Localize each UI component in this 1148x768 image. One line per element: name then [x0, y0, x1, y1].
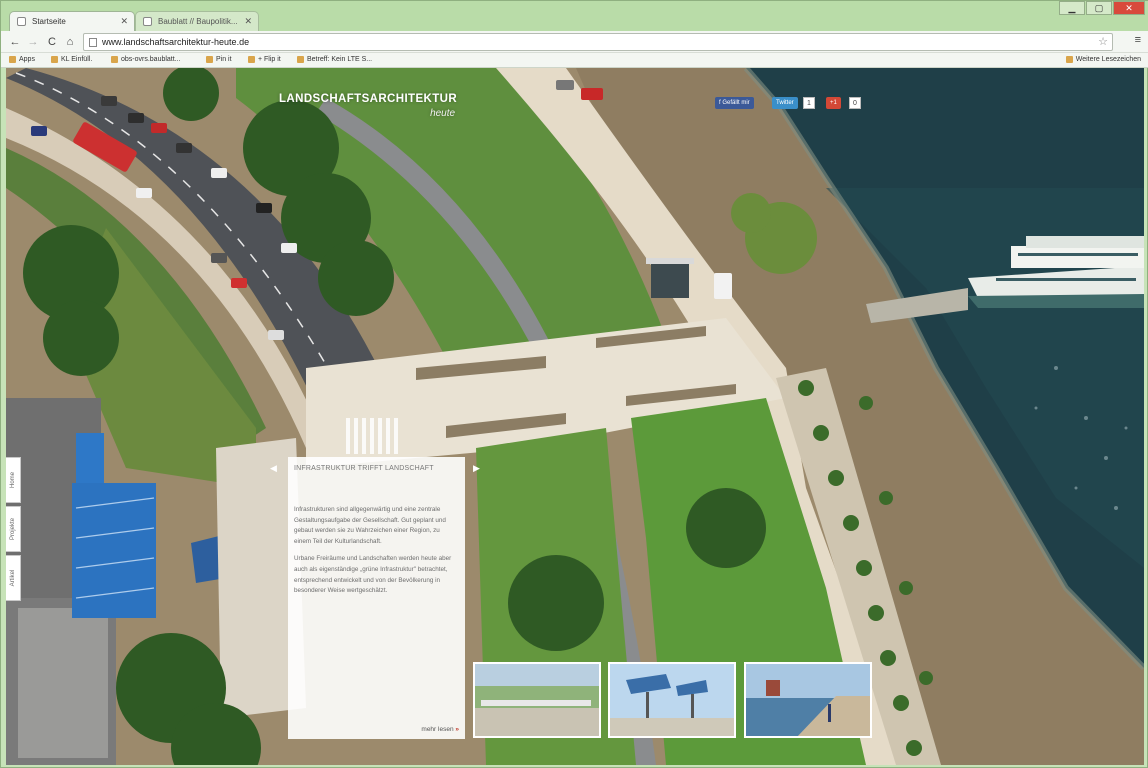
tab-startseite[interactable]: Startseite ✕	[9, 11, 135, 31]
next-arrow-icon[interactable]: ▶	[473, 463, 480, 474]
gplus-count: 0	[849, 97, 861, 109]
menu-icon[interactable]: ≡	[1135, 34, 1141, 46]
twitter-count: 1	[803, 97, 815, 109]
page-icon	[89, 38, 97, 47]
folder-icon	[1065, 56, 1073, 63]
thumbnail-2[interactable]	[608, 662, 736, 738]
tab-title: Startseite	[32, 17, 66, 26]
facebook-like-button[interactable]: f Gefällt mir	[715, 97, 754, 109]
bookmark-other[interactable]: Weitere Lesezeichen	[1065, 56, 1141, 63]
thumbnail-1[interactable]	[473, 662, 601, 738]
read-more-link[interactable]: mehr lesen »	[421, 726, 459, 733]
article-title: INFRASTRUKTUR TRIFFT LANDSCHAFT	[294, 465, 434, 472]
minimize-button[interactable]: ▁	[1059, 1, 1085, 15]
page-viewport: LANDSCHAFTSARCHITEKTUR heute f Gefällt m…	[6, 68, 1144, 765]
bookmark-apps[interactable]: Apps	[9, 56, 35, 63]
close-window-button[interactable]: ✕	[1113, 1, 1145, 15]
bookmark-item[interactable]: Pin it	[206, 56, 232, 63]
browser-window: Startseite ✕ Baublatt // Baupolitik... ✕…	[0, 0, 1148, 768]
gplus-button[interactable]: +1	[826, 97, 841, 109]
folder-icon	[51, 56, 58, 63]
page-icon	[17, 17, 26, 26]
maximize-button[interactable]: ▢	[1086, 1, 1112, 15]
thumbnail-3[interactable]	[744, 662, 872, 738]
bookmark-star-icon[interactable]: ☆	[1098, 35, 1108, 48]
side-tab-home[interactable]: Home	[6, 457, 21, 503]
address-bar[interactable]: www.landschaftsarchitektur-heute.de ☆	[83, 33, 1113, 51]
side-navigation: Home Projekte Artikel	[6, 457, 21, 604]
bookmark-item[interactable]: + Flip it	[248, 56, 281, 63]
folder-icon	[111, 56, 118, 63]
close-tab-icon[interactable]: ✕	[244, 16, 252, 27]
browser-toolbar: ← → C ⌂ www.landschaftsarchitektur-heute…	[1, 31, 1148, 53]
tab-baublatt[interactable]: Baublatt // Baupolitik... ✕	[135, 11, 259, 31]
folder-icon	[206, 56, 213, 63]
window-controls: ▁ ▢ ✕	[1058, 1, 1145, 15]
apps-icon	[9, 56, 16, 63]
aerial-photo	[6, 68, 1144, 765]
article-paragraph: Infrastrukturen sind allgegenwärtig und …	[294, 506, 446, 545]
page-icon	[143, 17, 152, 26]
reload-icon[interactable]: C	[44, 34, 60, 50]
article-paragraph: Urbane Freiräume und Landschaften werden…	[294, 555, 452, 595]
site-logo[interactable]: LANDSCHAFTSARCHITEKTUR heute	[279, 93, 458, 119]
folder-icon	[297, 56, 304, 63]
logo-subtitle: heute	[430, 108, 456, 119]
tab-title: Baublatt // Baupolitik...	[158, 17, 238, 26]
folder-icon	[248, 56, 255, 63]
prev-arrow-icon[interactable]: ◀	[270, 463, 277, 474]
read-more-arrow-icon: »	[455, 726, 459, 733]
logo-title: LANDSCHAFTSARCHITEKTUR	[279, 93, 458, 105]
bookmark-item[interactable]: Betreff: Kein LTE S...	[297, 56, 372, 63]
tab-strip: Startseite ✕ Baublatt // Baupolitik... ✕…	[1, 1, 1148, 31]
bookmark-item[interactable]: KL Einfüll.	[51, 56, 92, 63]
home-icon[interactable]: ⌂	[62, 34, 78, 50]
forward-icon[interactable]: →	[25, 34, 41, 50]
back-icon[interactable]: ←	[7, 34, 23, 50]
address-text: www.landschaftsarchitektur-heute.de	[102, 37, 250, 47]
twitter-button[interactable]: Twitter	[772, 97, 798, 109]
close-tab-icon[interactable]: ✕	[120, 16, 128, 27]
bookmark-item[interactable]: obs-ovrs.baublatt...	[111, 56, 181, 63]
side-tab-projekte[interactable]: Projekte	[6, 506, 21, 552]
bookmarks-bar: Apps KL Einfüll. obs-ovrs.baublatt... Pi…	[1, 53, 1148, 68]
side-tab-artikel[interactable]: Artikel	[6, 555, 21, 601]
article-teaser-panel: INFRASTRUKTUR TRIFFT LANDSCHAFT Infrastr…	[288, 457, 465, 739]
